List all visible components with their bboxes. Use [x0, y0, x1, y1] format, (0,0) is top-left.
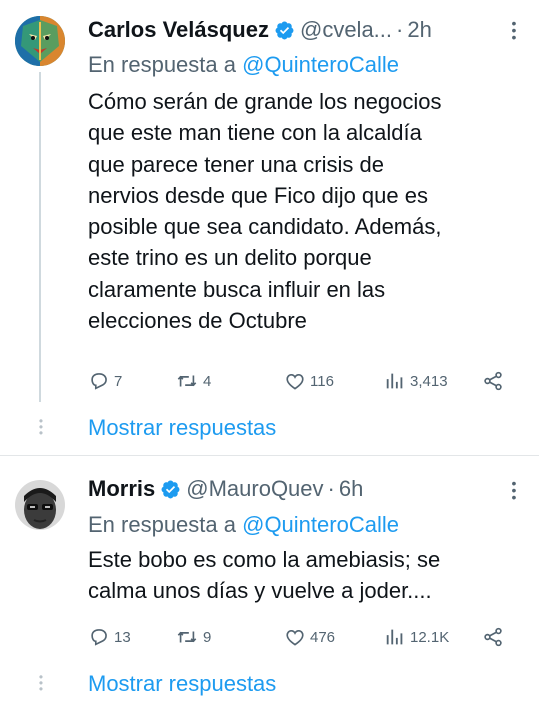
- share-icon: [484, 371, 502, 391]
- author-name[interactable]: Morris: [88, 476, 155, 502]
- avatar[interactable]: [15, 480, 65, 530]
- retweet-button[interactable]: 9: [175, 626, 211, 648]
- separator: ·: [396, 17, 404, 42]
- reply-to-line: En respuesta a @QuinteroCalle: [88, 512, 399, 538]
- like-count: 476: [310, 628, 336, 646]
- verified-badge-icon: [160, 479, 181, 500]
- show-replies-link[interactable]: Mostrar respuestas: [88, 671, 276, 697]
- author-handle[interactable]: @MauroQuev: [186, 476, 323, 502]
- retweet-button[interactable]: 4: [175, 370, 211, 392]
- text-line: posible que sea candidato. Además,: [88, 214, 442, 240]
- views-button[interactable]: 12.1K: [384, 626, 449, 648]
- tweet-text: Cómo serán de grande los negocios que es…: [88, 86, 518, 336]
- tweet-text: Este bobo es como la amebiasis; se calma…: [88, 544, 518, 607]
- tweet[interactable]: Carlos Velásquez @cvela... · 2h • • • En r…: [0, 0, 539, 455]
- reply-count: 13: [114, 628, 131, 646]
- share-button[interactable]: [482, 626, 504, 648]
- reply-mention-link[interactable]: @QuinteroCalle: [242, 52, 399, 77]
- like-button[interactable]: 476: [284, 626, 335, 648]
- text-line: elecciones de Octubre: [88, 308, 307, 334]
- share-button[interactable]: [482, 370, 504, 392]
- reply-icon: [91, 373, 107, 390]
- reply-button[interactable]: 7: [88, 370, 122, 392]
- retweet-icon: [177, 375, 197, 387]
- text-line: que parece tener una crisis de: [88, 151, 384, 177]
- tweet-header: Morris @MauroQuev · 6h: [88, 474, 363, 504]
- author-handle[interactable]: @cvela...: [300, 17, 392, 43]
- text-line: claramente busca influir en las: [88, 276, 386, 302]
- avatar[interactable]: [15, 16, 65, 66]
- like-button[interactable]: 116: [284, 370, 334, 392]
- like-count: 116: [310, 372, 334, 390]
- reply-mention-link[interactable]: @QuinteroCalle: [242, 512, 399, 537]
- share-icon: [484, 627, 502, 647]
- text-line: calma unos días y vuelve a joder....: [88, 578, 432, 604]
- like-icon: [286, 630, 304, 646]
- views-count: 12.1K: [410, 628, 450, 646]
- retweet-icon: [177, 631, 197, 643]
- text-line: que este man tiene con la alcaldía: [88, 120, 422, 146]
- thread-line: [39, 72, 41, 402]
- verified-badge-icon: [274, 20, 295, 41]
- show-replies-link[interactable]: Mostrar respuestas: [88, 415, 276, 441]
- views-icon: [386, 373, 403, 389]
- reply-prefix: En respuesta a: [88, 512, 236, 537]
- separator: ·: [327, 476, 335, 501]
- timestamp[interactable]: 6h: [339, 476, 363, 502]
- text-line: este trino es un delito porque: [88, 245, 372, 271]
- action-bar: 7 4 116 3,413: [88, 370, 518, 396]
- reply-prefix: En respuesta a: [88, 52, 236, 77]
- thread-dots: • • •: [38, 414, 44, 440]
- author-name[interactable]: Carlos Velásquez: [88, 17, 269, 43]
- text-line: nervios desde que Fico dijo que es: [88, 182, 428, 208]
- tweet-header: Carlos Velásquez @cvela... · 2h: [88, 15, 432, 45]
- views-count: 3,413: [410, 372, 448, 390]
- timestamp[interactable]: 2h: [407, 17, 431, 43]
- retweet-count: 9: [203, 628, 212, 646]
- views-icon: [386, 629, 403, 645]
- text-line: Cómo serán de grande los negocios: [88, 89, 442, 114]
- reply-icon: [91, 629, 107, 646]
- retweet-count: 4: [203, 372, 212, 390]
- action-bar: 13 9 476 12.1K: [88, 626, 518, 652]
- more-icon[interactable]: • • •: [511, 16, 517, 44]
- reply-count: 7: [114, 372, 123, 390]
- like-icon: [286, 374, 304, 390]
- reply-to-line: En respuesta a @QuinteroCalle: [88, 52, 399, 78]
- views-button[interactable]: 3,413: [384, 370, 448, 392]
- more-icon[interactable]: • • •: [511, 476, 517, 504]
- thread-dots: • • •: [38, 670, 44, 696]
- text-line: Este bobo es como la amebiasis; se: [88, 547, 441, 572]
- reply-button[interactable]: 13: [88, 626, 131, 648]
